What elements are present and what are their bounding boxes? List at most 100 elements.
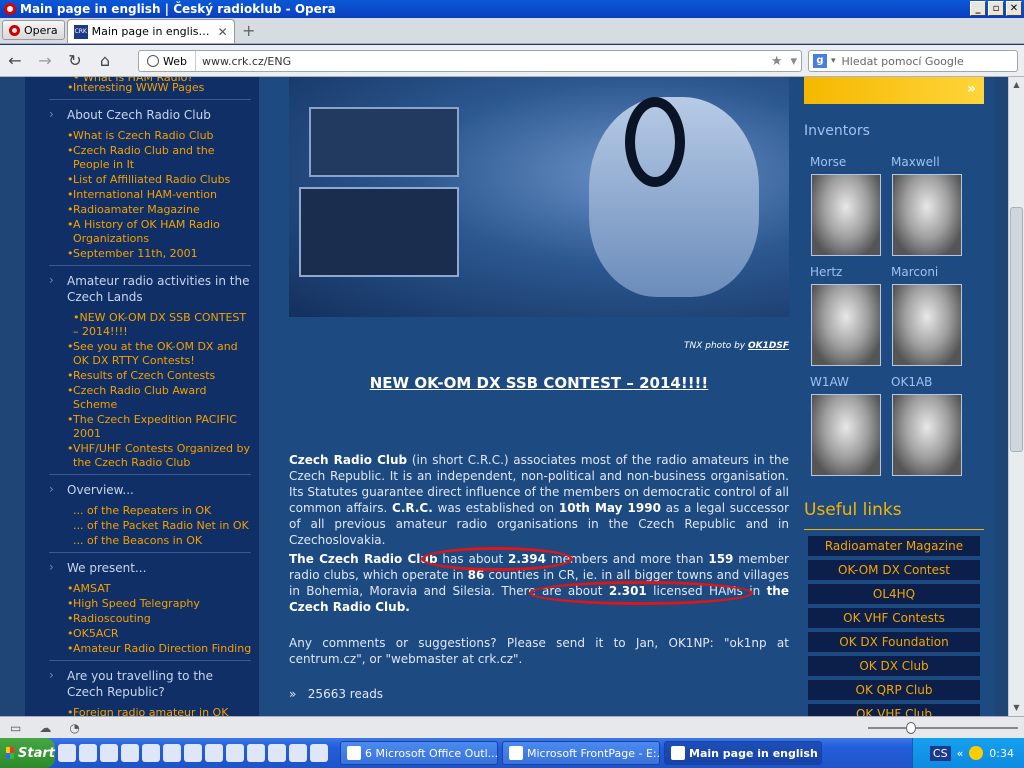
quicklaunch-app5-icon[interactable] [310,744,328,762]
inventor-portrait[interactable] [892,284,962,366]
address-bar[interactable]: Web www.crk.cz/ENG ★ ▾ [138,50,802,72]
inventor-portrait[interactable] [892,394,962,476]
zoom-knob[interactable] [906,722,916,734]
inventor-portrait[interactable] [811,284,881,366]
sidebar-item[interactable]: Foreign radio amateur in OK [25,706,259,716]
quicklaunch-word-icon[interactable] [142,744,160,762]
quicklaunch-outlook-icon[interactable] [79,744,97,762]
quicklaunch-app4-icon[interactable] [289,744,307,762]
sidebar-item[interactable]: OK5ACR [25,627,259,642]
sidebar-item[interactable]: Interesting WWW Pages [25,81,259,96]
sidebar-item[interactable]: VHF/UHF Contests Organized by the Czech … [25,442,259,471]
start-button[interactable]: Start [0,738,55,768]
vertical-scrollbar[interactable]: ▲ ▼ [1008,77,1024,716]
sidebar-item[interactable]: Results of Czech Contests [25,369,259,384]
scroll-up-button[interactable]: ▲ [1009,77,1024,93]
inventor-name: W1AW [810,375,849,389]
scroll-thumb[interactable] [1010,207,1023,452]
sidebar-item[interactable]: International HAM-vention [25,188,259,203]
sidebar-item[interactable]: See you at the OK-OM DX and OK DX RTTY C… [25,340,259,369]
tab-close-icon[interactable]: ✕ [218,25,228,39]
back-button[interactable]: ← [0,51,30,70]
quicklaunch-app2-icon[interactable] [247,744,265,762]
panel-toggle-icon[interactable]: ▭ [10,721,21,735]
tab-title: Main page in english | Če... [91,25,214,38]
home-button[interactable]: ⌂ [90,51,120,70]
useful-link[interactable]: OK VHF Contests [808,608,980,628]
inventor-portrait[interactable] [811,174,881,256]
useful-link[interactable]: OL4HQ [808,584,980,604]
sidebar-item[interactable]: Radioscouting [25,612,259,627]
inventor-portrait[interactable] [892,174,962,256]
quicklaunch-ie-icon[interactable] [58,744,76,762]
sidebar-section-title[interactable]: We present... [25,558,259,582]
sidebar-item[interactable]: What is Czech Radio Club [25,129,259,144]
headline-link[interactable]: NEW OK-OM DX SSB CONTEST – 2014!!!! [289,374,789,392]
zoom-slider[interactable] [868,722,1018,734]
sidebar-item[interactable]: September 11th, 2001 [25,247,259,262]
minimize-button[interactable]: _ [970,1,986,16]
highlight-oval [529,581,753,605]
useful-link[interactable]: OK VHF Club [808,704,980,716]
tray-app-icon[interactable] [969,746,984,760]
taskbar-item-frontpage[interactable]: Microsoft FrontPage - E:... [502,741,660,765]
tab-active[interactable]: CRK Main page in english | Če... ✕ [66,19,235,43]
maximize-button[interactable]: ▫ [988,1,1004,16]
taskbar-item-outlook[interactable]: 6 Microsoft Office Outl... [340,741,498,765]
quicklaunch-calc-icon[interactable] [100,744,118,762]
sidebar-item[interactable]: ... of the Beacons in OK [25,534,259,549]
quicklaunch-save-icon[interactable] [121,744,139,762]
useful-link[interactable]: OK-OM DX Contest [808,560,980,580]
url-input[interactable]: www.crk.cz/ENG [196,55,767,68]
speed-dial-icon[interactable]: ◔ [69,721,79,735]
useful-link[interactable]: OK DX Foundation [808,632,980,652]
sidebar-item[interactable]: ... of the Repeaters in OK [25,504,259,519]
sidebar-item[interactable]: Czech Radio Club Award Scheme [25,384,259,413]
sidebar-section-title[interactable]: Are you travelling to the Czech Republic… [25,666,259,706]
sidebar-item[interactable]: Amateur Radio Direction Finding [25,642,259,657]
sidebar-item[interactable]: List of Affilliated Radio Clubs [25,173,259,188]
language-indicator[interactable]: CS [929,745,951,761]
sidebar-item[interactable]: •NEW OK-OM DX SSB CONTEST – 2014!!!! [25,311,259,340]
quicklaunch-app3-icon[interactable] [268,744,286,762]
address-dropdown-icon[interactable]: ▾ [786,54,801,69]
sidebar-section-title[interactable]: Amateur radio activities in the Czech La… [25,271,259,311]
main-content: TNX photo by OK1DSF NEW OK-OM DX SSB CON… [289,77,789,716]
sidebar-item[interactable]: The Czech Expedition PACIFIC 2001 [25,413,259,442]
useful-link[interactable]: Radioamater Magazine [808,536,980,556]
p2-e: 159 [708,552,734,566]
quicklaunch-app1-icon[interactable] [226,744,244,762]
sidebar-section-title[interactable]: Overview... [25,480,259,504]
sidebar-item[interactable]: ... of the Packet Radio Net in OK [25,519,259,534]
banner-link[interactable]: » [804,77,984,104]
bookmark-star-icon[interactable]: ★ [767,54,787,69]
search-dropdown-icon[interactable]: ▾ [831,56,836,66]
search-input[interactable]: Hledat pomocí Google [842,55,964,68]
turbo-icon[interactable]: ☁ [39,721,51,735]
left-sidebar: • What is HAM Radio?Interesting WWW Page… [25,77,259,716]
quicklaunch-excel-icon[interactable] [184,744,202,762]
close-button[interactable]: ✕ [1006,1,1022,16]
forward-button[interactable]: → [30,51,60,70]
clock[interactable]: 0:34 [989,747,1014,760]
sidebar-item[interactable]: A History of OK HAM Radio Organizations [25,218,259,247]
scroll-down-button[interactable]: ▼ [1009,700,1024,716]
web-badge[interactable]: Web [139,51,196,71]
useful-link[interactable]: OK QRP Club [808,680,980,700]
tray-expand-icon[interactable]: « [957,747,964,760]
new-tab-button[interactable]: + [239,21,259,41]
sidebar-item[interactable]: Czech Radio Club and the People in It [25,144,259,173]
sidebar-item[interactable]: Radioamater Magazine [25,203,259,218]
useful-link[interactable]: OK DX Club [808,656,980,676]
quicklaunch-clock-icon[interactable] [163,744,181,762]
inventor-portrait[interactable] [811,394,881,476]
sidebar-section-title[interactable]: About Czech Radio Club [25,105,259,129]
taskbar-item-opera[interactable]: Main page in english ... [664,741,822,765]
sidebar-item[interactable]: AMSAT [25,582,259,597]
reload-button[interactable]: ↻ [60,51,90,70]
sidebar-item[interactable]: High Speed Telegraphy [25,597,259,612]
caption-link[interactable]: OK1DSF [748,341,789,351]
opera-menu-button[interactable]: Opera [2,20,65,40]
search-box[interactable]: g ▾ Hledat pomocí Google [808,50,1018,72]
quicklaunch-opera-icon[interactable] [205,744,223,762]
